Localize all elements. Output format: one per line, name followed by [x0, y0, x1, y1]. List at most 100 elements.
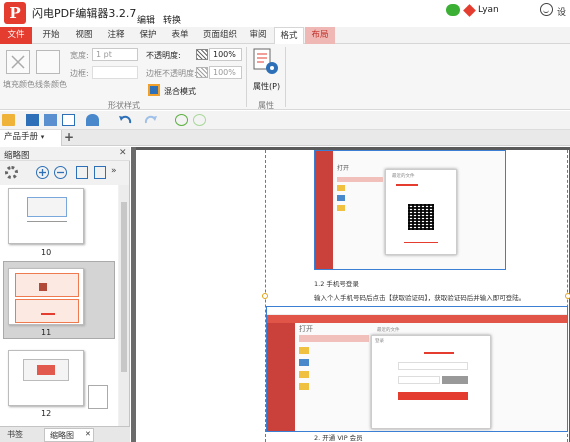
border-opacity-swatch — [196, 67, 208, 78]
border-opacity-combo[interactable]: 100% — [209, 66, 242, 79]
screenshot-login-title: 登录 — [375, 339, 384, 344]
add-tab-button[interactable]: + — [64, 130, 74, 145]
wechat-icon[interactable] — [446, 4, 460, 16]
screenshot-list-row — [299, 335, 369, 342]
thumbnail-scrollbar-thumb[interactable] — [121, 202, 127, 372]
user-name[interactable]: Lyan — [478, 5, 499, 15]
tab-thumbnails-close-icon[interactable]: ✕ — [83, 428, 95, 442]
ribbon-divider — [246, 47, 247, 107]
border-opacity-value: 100% — [213, 68, 236, 77]
selection-handle[interactable] — [262, 293, 268, 299]
print-icon[interactable] — [44, 114, 57, 126]
page-stack-icon — [88, 385, 108, 409]
thumbnail-image — [27, 197, 67, 217]
app-title: 闪电PDF编辑器3.2.7 — [32, 7, 137, 20]
embedded-screenshot-login[interactable]: 打开 最近的文件 登录 — [266, 306, 568, 432]
login-instructions: 输入个人手机号码后点击【获取验证码】，获取验证码后并输入即可登陆。 — [314, 294, 526, 302]
fill-color-button[interactable] — [6, 50, 30, 74]
tab-annotate[interactable]: 注释 — [102, 27, 130, 44]
document-tab-strip: 产品手册 ▾ + — [0, 130, 570, 146]
opacity-value: 100% — [213, 50, 236, 59]
scan-icon[interactable] — [86, 114, 99, 126]
ribbon-divider-2 — [285, 47, 286, 107]
tab-file[interactable]: 文件 — [0, 27, 32, 44]
screenshot-open-title-2: 打开 — [299, 325, 313, 333]
screenshot-menu-bar — [267, 315, 567, 323]
properties-button[interactable]: 属性(P) — [253, 81, 280, 92]
back-icon[interactable] — [175, 114, 188, 126]
thumbnail-label-11: 11 — [41, 328, 52, 337]
email-icon[interactable] — [62, 114, 75, 126]
screenshot-folder — [337, 185, 345, 191]
tab-page-organize[interactable]: 页面组织 — [198, 27, 242, 44]
open-folder-icon[interactable] — [2, 114, 15, 126]
zoom-out-icon[interactable] — [54, 166, 67, 179]
opacity-swatch — [196, 49, 208, 60]
blend-mode-button[interactable]: 混合模式 — [164, 86, 196, 97]
tab-format[interactable]: 格式 — [274, 27, 304, 45]
undo-icon[interactable] — [118, 114, 132, 126]
menu-convert[interactable]: 转换 — [163, 13, 181, 26]
more-chevron-icon[interactable]: » — [111, 166, 117, 176]
blend-mode-icon — [148, 84, 160, 96]
tab-layout[interactable]: 布局 — [305, 27, 335, 44]
rotate-right-icon[interactable] — [94, 166, 106, 179]
menu-edit[interactable]: 编辑 — [137, 13, 155, 26]
thumbnail-list: 10 11 12 — [0, 185, 118, 426]
screenshot-get-code-button — [442, 376, 468, 384]
rotate-left-icon[interactable] — [76, 166, 88, 179]
thumbnail-page-11[interactable] — [8, 268, 84, 325]
border-combo[interactable] — [92, 66, 138, 79]
border-label: 边框: — [70, 69, 89, 78]
thumbnail-text-line — [27, 221, 67, 222]
embedded-screenshot-open[interactable]: 打开 最近的文件 — [314, 150, 506, 270]
width-label: 宽度: — [70, 51, 89, 60]
line-color-button[interactable] — [36, 50, 60, 74]
document-tab[interactable]: 产品手册 ▾ — [0, 130, 62, 146]
width-combo[interactable]: 1 pt — [92, 48, 138, 61]
tab-review[interactable]: 审阅 — [244, 27, 272, 44]
screenshot-recent-label: 最近的文件 — [392, 174, 415, 179]
tab-form[interactable]: 表单 — [166, 27, 194, 44]
thumbnail-tools: » — [0, 162, 130, 184]
tab-view[interactable]: 视图 — [70, 27, 98, 44]
selection-handle[interactable] — [565, 293, 570, 299]
screenshot-open-title: 打开 — [337, 165, 350, 172]
properties-icon[interactable] — [252, 48, 280, 78]
screenshot-titlebar — [267, 307, 567, 315]
screenshot-recent-label-2: 最近的文件 — [377, 328, 400, 333]
heading-vip: 2. 开通 VIP 会员 — [314, 434, 363, 442]
screenshot-folder — [337, 205, 345, 211]
width-value: 1 pt — [96, 50, 112, 59]
screenshot-tab-underline — [424, 352, 454, 354]
screenshot-folder — [299, 371, 309, 378]
ribbon-format: 填充颜色 线条颜色 宽度: 1 pt 边框: 不透明度: 100% 边框不透明度… — [0, 44, 570, 110]
thumbnail-page-12[interactable] — [8, 350, 84, 406]
opacity-combo[interactable]: 100% — [209, 48, 242, 61]
dropdown-icon[interactable]: ▾ — [41, 133, 45, 141]
settings-text[interactable]: 设 — [557, 5, 566, 18]
save-icon[interactable] — [26, 114, 39, 126]
zoom-in-icon[interactable] — [36, 166, 49, 179]
screenshot-list-row — [337, 177, 383, 182]
redo-icon[interactable] — [144, 114, 157, 126]
feedback-smile-icon[interactable] — [540, 3, 553, 16]
screenshot-folder — [299, 383, 309, 390]
tab-protect[interactable]: 保护 — [134, 27, 162, 44]
tab-bookmarks[interactable]: 书签 — [2, 428, 42, 442]
app-logo: P — [4, 2, 26, 24]
thumbnail-panel-close-icon[interactable]: ✕ — [119, 148, 127, 158]
thumbnail-red-mark — [37, 365, 55, 375]
screenshot-red-line — [404, 242, 438, 243]
thumbnail-button-mark — [41, 313, 55, 315]
thumbnail-panel: 缩略图 ✕ » 10 11 12 — [0, 147, 130, 426]
thumbnail-settings-gear-icon[interactable] — [5, 166, 18, 179]
screenshot-login-button — [398, 392, 468, 400]
screenshot-cloud — [299, 359, 309, 366]
tab-start[interactable]: 开始 — [36, 27, 66, 44]
forward-icon[interactable] — [193, 114, 206, 126]
thumbnail-page-10[interactable] — [8, 188, 84, 244]
screenshot-cloud — [337, 195, 345, 201]
thumbnail-panel-title: 缩略图 — [4, 151, 30, 161]
document-tab-label: 产品手册 — [4, 132, 39, 142]
